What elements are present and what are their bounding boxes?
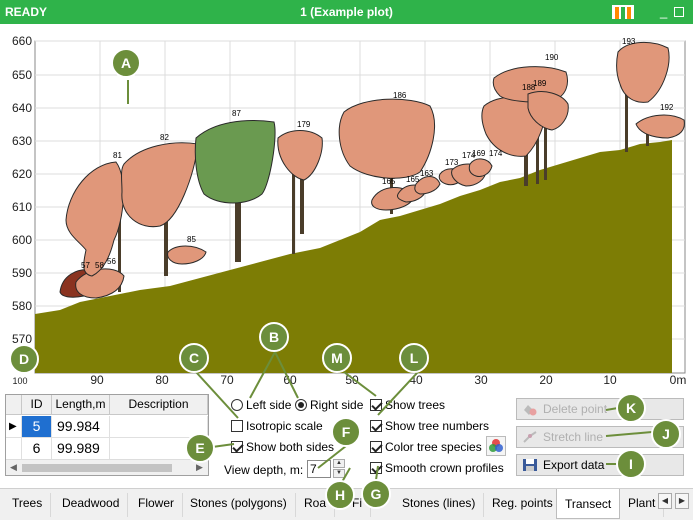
callout-i: I — [616, 449, 646, 479]
callout-l: L — [399, 343, 429, 373]
callout-d: D — [9, 344, 39, 374]
callout-m: M — [322, 343, 352, 373]
callout-h: H — [325, 480, 355, 510]
callout-e: E — [185, 433, 215, 463]
callout-f: F — [331, 417, 361, 447]
callout-a: A — [111, 48, 141, 78]
callout-g: G — [361, 479, 391, 509]
callout-j: J — [651, 419, 681, 449]
callout-b: B — [259, 322, 289, 352]
callout-c: C — [179, 343, 209, 373]
callout-k: K — [616, 393, 646, 423]
